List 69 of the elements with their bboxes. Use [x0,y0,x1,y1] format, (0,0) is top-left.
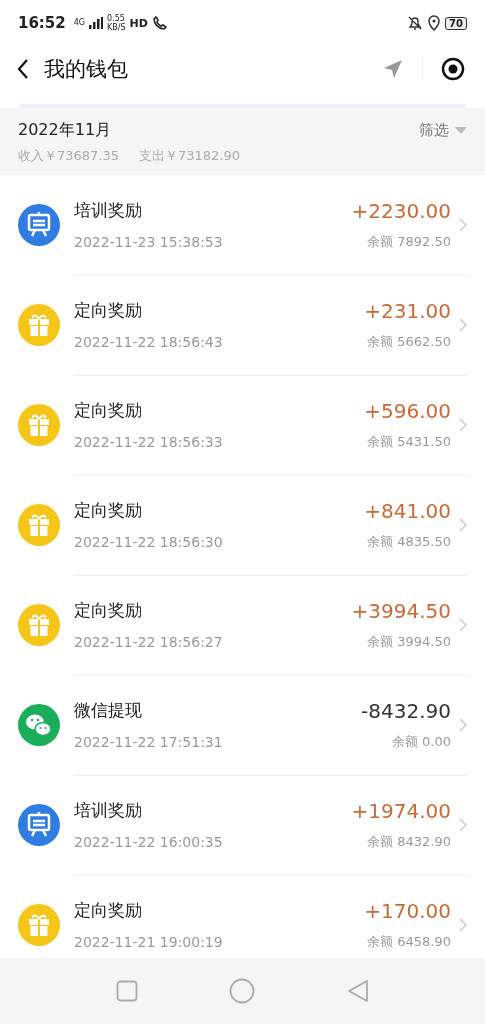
network-speed: 0.55 KB/S [107,14,126,32]
transaction-amount: +170.00 [364,898,451,923]
dropdown-caret-icon[interactable] [455,127,467,134]
back-nav-icon[interactable] [347,979,370,1003]
chevron-right-icon[interactable] [459,517,467,532]
location-pin-icon [427,15,442,31]
balance-label: 余额 8432.90 [367,832,451,851]
gift-icon [18,904,60,946]
transaction-amount: +231.00 [364,298,451,323]
transaction-title: 微信提现 [74,699,143,722]
easel-icon [18,204,60,246]
filter-label[interactable]: 筛选 [419,121,449,140]
transaction-time: 2022-11-22 18:56:43 [74,334,224,350]
transaction-amount: +1974.00 [351,798,451,823]
chevron-right-icon[interactable] [459,317,467,332]
recent-apps-icon[interactable] [115,980,138,1002]
transaction-amount: +596.00 [364,398,451,423]
balance-label: 余额 0.00 [391,732,451,751]
chevron-right-icon[interactable] [459,817,467,832]
record-icon[interactable] [441,57,465,81]
hd-label: HD [129,16,148,30]
transaction-amount: +3994.50 [351,598,451,623]
chevron-right-icon[interactable] [459,717,467,732]
easel-icon [18,804,60,846]
transaction-time: 2022-11-22 16:00:35 [74,834,224,850]
income-total: 收入￥73687.35 [18,147,120,165]
chevron-right-icon[interactable] [459,617,467,632]
network-type: 4G [73,19,86,27]
transaction-title: 定向奖励 [74,299,143,322]
transaction-time: 2022-11-22 17:51:31 [74,734,224,750]
transaction-time: 2022-11-22 18:56:30 [74,534,224,550]
gift-icon [18,404,60,446]
status-time: 16:52 [18,14,66,32]
transaction-title: 定向奖励 [74,899,143,922]
transaction-title: 培训奖励 [74,799,143,822]
signal-icon [89,17,104,29]
transaction-title: 定向奖励 [74,599,143,622]
page-title: 我的钱包 [44,56,128,83]
phone-icon [151,16,168,30]
transaction-title: 定向奖励 [74,399,143,422]
battery-level: 70 [445,16,467,30]
balance-label: 余额 5431.50 [367,432,451,451]
transaction-time: 2022-11-21 19:00:19 [74,934,224,950]
balance-label: 余额 7892.50 [367,232,451,251]
transaction-amount: +2230.00 [351,198,451,223]
balance-label: 余额 4835.50 [367,532,451,551]
transaction-time: 2022-11-22 18:56:27 [74,634,224,650]
transaction-title: 培训奖励 [74,199,143,222]
chat-bubbles-icon [18,704,60,746]
balance-label: 余额 5662.50 [367,332,451,351]
transaction-title: 定向奖励 [74,499,143,522]
gift-icon [18,304,60,346]
month-label[interactable]: 2022年11月 [18,120,112,141]
chevron-right-icon[interactable] [459,917,467,932]
chevron-right-icon[interactable] [459,217,467,232]
gift-icon [18,504,60,546]
transaction-time: 2022-11-22 18:56:33 [74,434,224,450]
home-icon[interactable] [229,978,256,1004]
transaction-amount: +841.00 [364,498,451,523]
expense-total: 支出￥73182.90 [139,147,241,165]
gift-icon [18,604,60,646]
navigation-arrow-icon[interactable] [382,58,404,80]
transaction-amount: -8432.90 [361,698,451,723]
balance-label: 余额 3994.50 [367,632,451,651]
bell-muted-icon [407,15,424,31]
back-icon[interactable] [16,58,30,80]
transaction-time: 2022-11-23 15:38:53 [74,234,224,250]
chevron-right-icon[interactable] [459,417,467,432]
balance-label: 余额 6458.90 [367,932,451,951]
